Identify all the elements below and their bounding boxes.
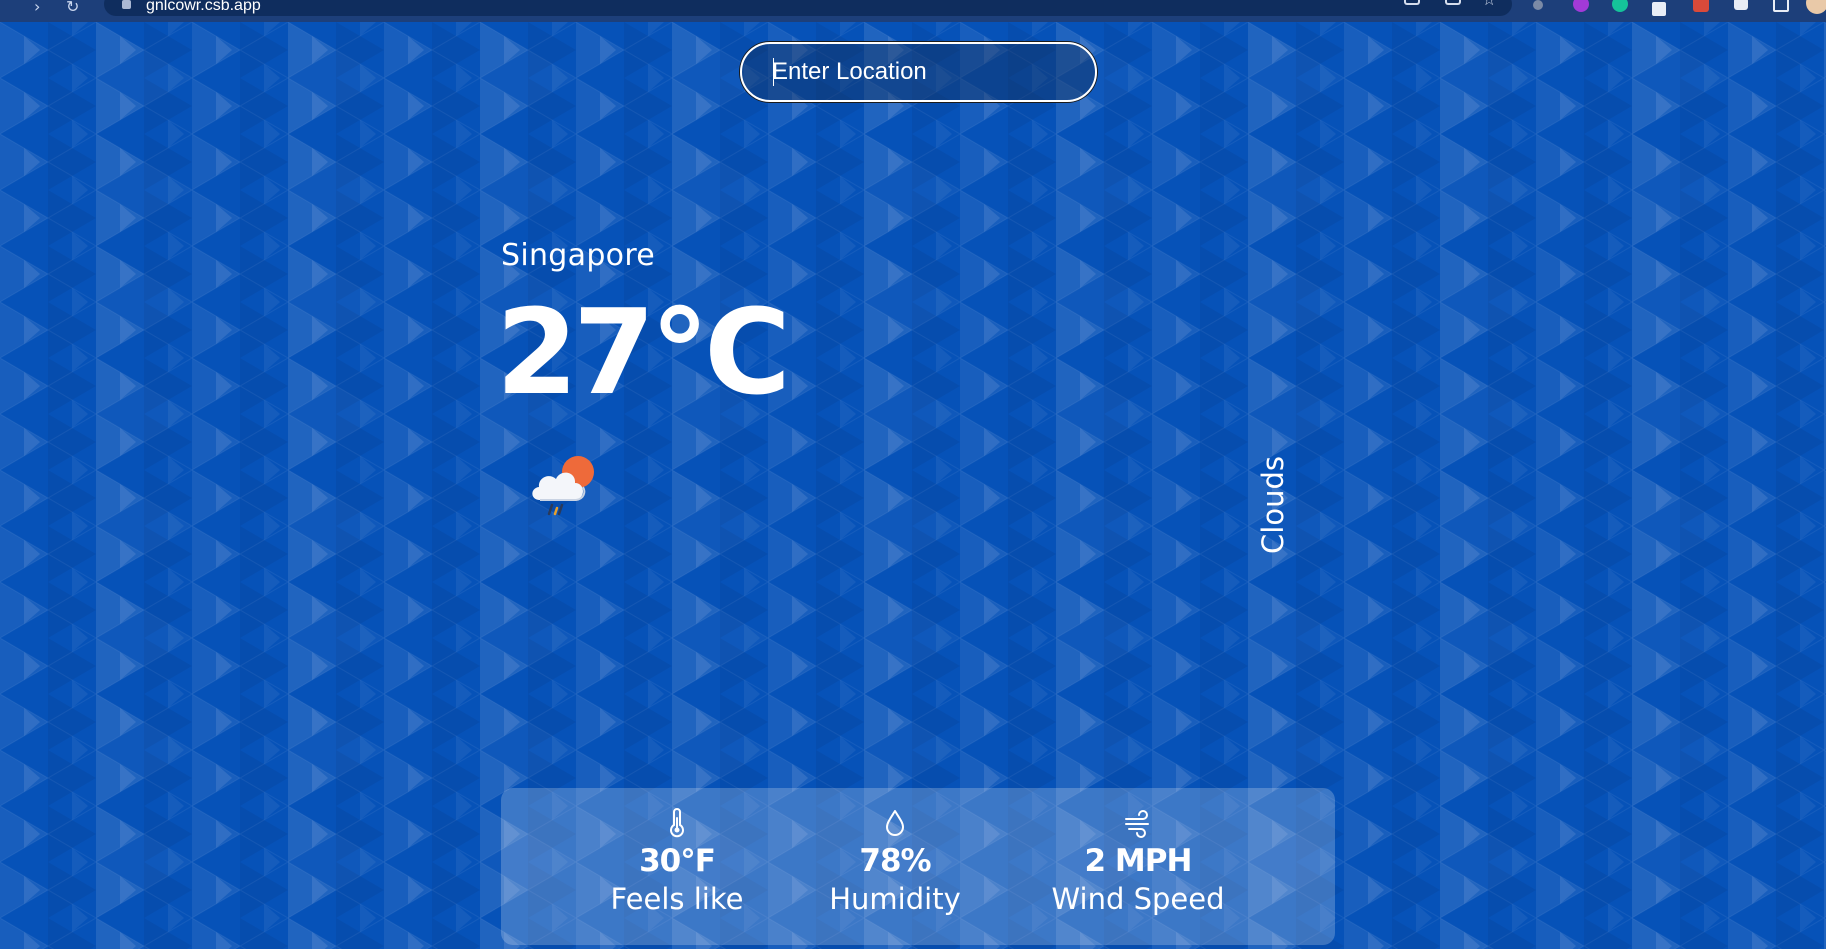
extension-icon[interactable]: [1693, 0, 1709, 12]
humidity-stat: 78% Humidity: [775, 808, 1015, 918]
extension-icon[interactable]: [1652, 2, 1666, 16]
share-icon[interactable]: [1445, 0, 1461, 5]
lock-icon: [122, 0, 131, 9]
reload-icon[interactable]: ↻: [66, 0, 79, 16]
feels-like-label: Feels like: [610, 882, 744, 916]
side-panel-icon[interactable]: [1773, 0, 1789, 12]
humidity-label: Humidity: [829, 882, 961, 916]
puzzle-extensions-icon[interactable]: [1734, 0, 1748, 10]
weather-stats-panel: 30°F Feels like 78% Humidity 2 MPH Wind …: [501, 788, 1335, 945]
address-url: gnlcowr.csb.app: [146, 0, 261, 14]
humidity-value: 78%: [859, 843, 931, 879]
wind-speed-value: 2 MPH: [1084, 843, 1193, 879]
bookmark-star-icon[interactable]: ☆: [1482, 0, 1496, 9]
profile-avatar[interactable]: [1806, 0, 1826, 14]
temperature-reading: 27°C: [496, 283, 791, 421]
location-name: Singapore: [501, 238, 656, 273]
location-search[interactable]: [740, 42, 1097, 102]
location-input[interactable]: [772, 56, 1072, 88]
forward-icon[interactable]: ›: [34, 0, 40, 16]
weather-description: Clouds: [1255, 455, 1291, 555]
wind-icon: [1125, 810, 1149, 838]
weather-description-text: Clouds: [1256, 456, 1290, 554]
extension-icon[interactable]: [1533, 0, 1543, 10]
address-bar[interactable]: gnlcowr.csb.app ☆: [104, 0, 1512, 16]
feels-like-stat: 30°F Feels like: [557, 808, 797, 918]
print-icon[interactable]: [1404, 0, 1420, 5]
cloud-rain-sun-icon: [532, 456, 594, 516]
feels-like-value: 30°F: [639, 843, 716, 879]
browser-toolbar: › ↻ gnlcowr.csb.app ☆: [0, 0, 1826, 22]
grammarly-extension-icon[interactable]: [1612, 0, 1628, 12]
wind-speed-stat: 2 MPH Wind Speed: [1018, 808, 1258, 918]
water-drop-icon: [886, 810, 904, 836]
extension-icon[interactable]: [1573, 0, 1589, 12]
wind-speed-label: Wind Speed: [1051, 882, 1225, 916]
text-caret: [773, 58, 774, 86]
thermometer-icon: [670, 808, 684, 838]
